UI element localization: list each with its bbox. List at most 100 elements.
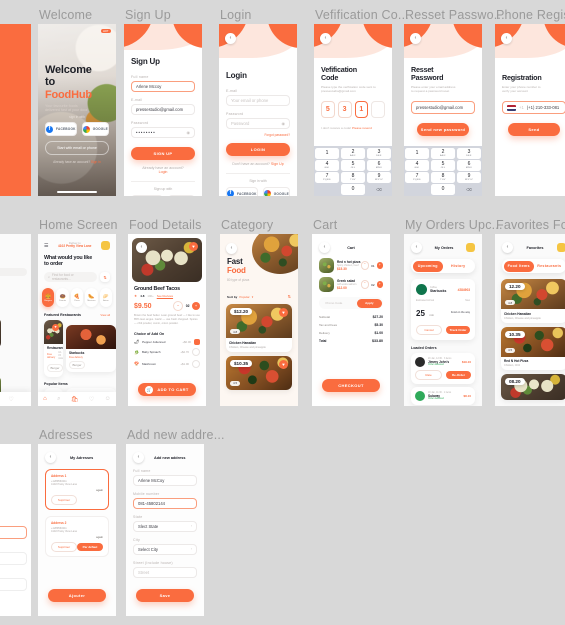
facebook-login-button[interactable]: f FACEBOOK bbox=[226, 186, 258, 196]
sortby-value[interactable]: Popular bbox=[239, 295, 249, 299]
password-input[interactable]: Password ◉ bbox=[226, 117, 290, 129]
tab-food-items[interactable]: Food Items bbox=[503, 260, 534, 272]
phone-send-button[interactable]: Send bbox=[508, 123, 560, 137]
keypad-key-7[interactable]: 7 PQRS bbox=[314, 172, 340, 184]
reset-email-input[interactable]: pressestudio@gmail.com bbox=[411, 101, 475, 115]
favorite-item-card[interactable]: 10.35 4.5 Red N Hot Pizza Chicken, Chili bbox=[501, 326, 565, 370]
back-button[interactable]: ‹ bbox=[320, 33, 331, 44]
tab-home-icon[interactable]: ⌂ bbox=[43, 396, 47, 402]
favorites-tabs[interactable]: Food Items Restaurants bbox=[502, 259, 565, 273]
see-reviews-link[interactable]: See Reviews bbox=[157, 294, 173, 298]
add-address-button[interactable]: Ajouter bbox=[48, 589, 106, 602]
keypad-key-5[interactable]: 5 JKL bbox=[340, 160, 366, 172]
addon-row[interactable]: 🍄 Mashroom +$1.00 bbox=[134, 359, 200, 368]
password-input[interactable]: •••••••• ◉ bbox=[131, 126, 195, 138]
back-button[interactable]: ‹ bbox=[410, 33, 421, 44]
avatar[interactable] bbox=[100, 241, 110, 250]
code-digit-2[interactable]: 3 bbox=[337, 101, 352, 119]
address-card-selected[interactable]: Address 1 +1289563211 4102 Pretty View L… bbox=[45, 469, 109, 510]
login-submit-button[interactable]: LOGIN bbox=[226, 142, 290, 156]
cancel-order-button[interactable]: Cancel bbox=[416, 325, 442, 335]
promo-input[interactable]: Promo Code bbox=[321, 301, 343, 305]
resend-link[interactable]: Please resend bbox=[352, 126, 372, 130]
back-button[interactable]: ‹ bbox=[319, 242, 330, 253]
category-item-pizza[interactable]: 🍕 Pizza bbox=[70, 288, 84, 308]
tab-restaurants[interactable]: Restaurants bbox=[534, 261, 565, 272]
tab-history[interactable]: History bbox=[443, 261, 474, 272]
phone-number-input[interactable]: +1 (+1) 210-333-081 bbox=[502, 101, 565, 115]
increment-button[interactable]: + bbox=[376, 281, 383, 288]
artboard-phone-registration[interactable]: Phone Registra ‹ Registration Enter your… bbox=[495, 8, 565, 196]
code-digit-1[interactable]: 5 bbox=[321, 101, 335, 119]
artboard-signup[interactable]: Sign Up Sign Up Full name Arlene Mccoy E… bbox=[124, 8, 202, 196]
keypad-key-0[interactable]: 0 bbox=[430, 184, 456, 196]
category-item-mexican[interactable]: 🌭 Mexican bbox=[85, 288, 98, 308]
code-digit-3[interactable]: 1 bbox=[354, 101, 369, 119]
search-input[interactable]: ⌕ Find for food or restaurants... bbox=[44, 272, 97, 283]
add-to-cart-button[interactable]: 🛒 ADD TO CART bbox=[138, 383, 196, 396]
restaurant-card[interactable]: ♥ Restaurant Free delivery 10-15 mins Bu… bbox=[44, 320, 63, 378]
increment-button[interactable]: + bbox=[192, 302, 200, 311]
send-new-password-button[interactable]: Send new password bbox=[417, 123, 469, 137]
cart-item-row[interactable]: Greek salad with extra salmon $12.00 − 0… bbox=[319, 277, 383, 292]
keypad-key-3[interactable]: 3 DEF bbox=[456, 147, 482, 159]
promo-apply-button[interactable]: Apply bbox=[357, 298, 382, 308]
signup-submit-button[interactable]: SIGN UP bbox=[131, 146, 195, 160]
favorite-icon[interactable]: ♥ bbox=[279, 359, 288, 369]
back-button[interactable]: ‹ bbox=[502, 242, 513, 253]
state-select[interactable]: Slect State › bbox=[133, 521, 197, 532]
artboard-reset-password[interactable]: Resset Passwo... ‹ Resset Password Pleas… bbox=[404, 8, 505, 196]
back-button[interactable]: ‹ bbox=[501, 33, 512, 44]
keypad-key-6[interactable]: 6 MNO bbox=[366, 160, 392, 172]
keypad-key-0[interactable]: 0 bbox=[340, 184, 366, 196]
decrement-button[interactable]: − bbox=[360, 261, 370, 270]
artboard-verification[interactable]: Vefification Co... ‹ Vefification Code P… bbox=[314, 8, 409, 196]
favorite-item-card[interactable]: 12.20 4.8 Chicken Hawaiian Chicken, Chee… bbox=[501, 279, 565, 323]
artboard-home[interactable]: Home Screen ☰ Deliver to 4102 Pretty Vie… bbox=[38, 218, 117, 406]
favorite-icon[interactable]: ♥ bbox=[279, 308, 288, 317]
category-item-card[interactable]: $10.35 ♥ 4.5 bbox=[226, 355, 292, 390]
tab-cart-icon[interactable]: 🛍 bbox=[71, 396, 79, 403]
category-item-donuts[interactable]: 🍩 Donuts bbox=[56, 288, 69, 308]
keypad-key-2[interactable]: 2 ABC bbox=[340, 147, 366, 159]
google-login-button[interactable]: GOOGLE bbox=[81, 122, 109, 136]
google-signup-button[interactable]: GOOGLE bbox=[167, 194, 195, 196]
back-button[interactable]: ‹ bbox=[45, 452, 56, 463]
chevron-down-icon[interactable]: ▾ bbox=[252, 295, 254, 299]
email-input[interactable]: pressestudio@gmail.com bbox=[131, 103, 195, 115]
keypad-key-6[interactable]: 6 MNO bbox=[456, 160, 482, 172]
addon-checkbox[interactable] bbox=[192, 348, 200, 357]
save-address-button[interactable]: Save bbox=[136, 589, 194, 602]
numeric-keypad[interactable]: 1 2 ABC 3 DEF 4 GHI 5 JKL 6 MNO 7 PQRS 8 TUV 9W… bbox=[404, 146, 482, 196]
keypad-key-7[interactable]: 7 PQRS bbox=[404, 172, 430, 184]
mobile-input[interactable]: 081-45802144 bbox=[133, 498, 197, 509]
artboard-cart[interactable]: Cart ‹ Cart Red n hot pizza Spicy chicke… bbox=[312, 218, 390, 406]
artboard-login[interactable]: Login ‹ Login E-mail Your email or phone… bbox=[219, 8, 297, 196]
avatar[interactable] bbox=[556, 243, 565, 252]
email-input[interactable]: Your email or phone bbox=[226, 94, 290, 106]
past-order-card[interactable]: 20 Jan, 12:30 · 3 items Jimmy John's Ord… bbox=[411, 353, 475, 384]
forgot-password-link[interactable]: Forgot password? bbox=[226, 133, 290, 137]
keypad-key-5[interactable]: 5 JKL bbox=[430, 160, 456, 172]
favorite-icon[interactable]: ♥ bbox=[52, 324, 59, 332]
rate-button[interactable]: Rate bbox=[415, 370, 442, 380]
menu-icon[interactable]: ☰ bbox=[44, 243, 48, 249]
increment-button[interactable]: + bbox=[376, 262, 383, 269]
quantity-stepper[interactable]: − 02 + bbox=[173, 301, 200, 312]
delete-address-button[interactable]: Suprimer bbox=[51, 542, 77, 552]
cart-item-row[interactable]: Red n hot pizza Spicy chicken, beef $15.… bbox=[319, 258, 383, 273]
artboard-category[interactable]: Category ‹ Fast Food 80 type of pizza So… bbox=[220, 218, 298, 406]
facebook-signup-button[interactable]: f FACEBOOK bbox=[131, 194, 163, 196]
back-button[interactable]: ‹ bbox=[133, 452, 144, 463]
category-item-card[interactable]: $12.20 ♥ 4.8 Chicken Hawaiian Chicken, C… bbox=[226, 304, 292, 352]
facebook-login-button[interactable]: f FACEBOOK bbox=[45, 122, 77, 136]
keypad-key-8[interactable]: 8 TUV bbox=[340, 172, 366, 184]
category-item-asian[interactable]: 🥟 Asian bbox=[99, 288, 113, 308]
track-order-button[interactable]: Track Order bbox=[446, 326, 470, 334]
back-button[interactable]: ‹ bbox=[411, 242, 422, 253]
tab-profile-icon[interactable]: ☺ bbox=[105, 396, 111, 402]
eye-icon[interactable]: ◉ bbox=[187, 127, 191, 138]
past-order-card[interactable]: 18 Jan, 11:30 · 1 items Subway Order del… bbox=[411, 387, 475, 405]
artboard-my-orders[interactable]: My Orders Upc... ‹ My Orders Upcoming Hi… bbox=[404, 218, 502, 406]
home-address[interactable]: 4102 Pretty View Lane bbox=[58, 244, 91, 249]
